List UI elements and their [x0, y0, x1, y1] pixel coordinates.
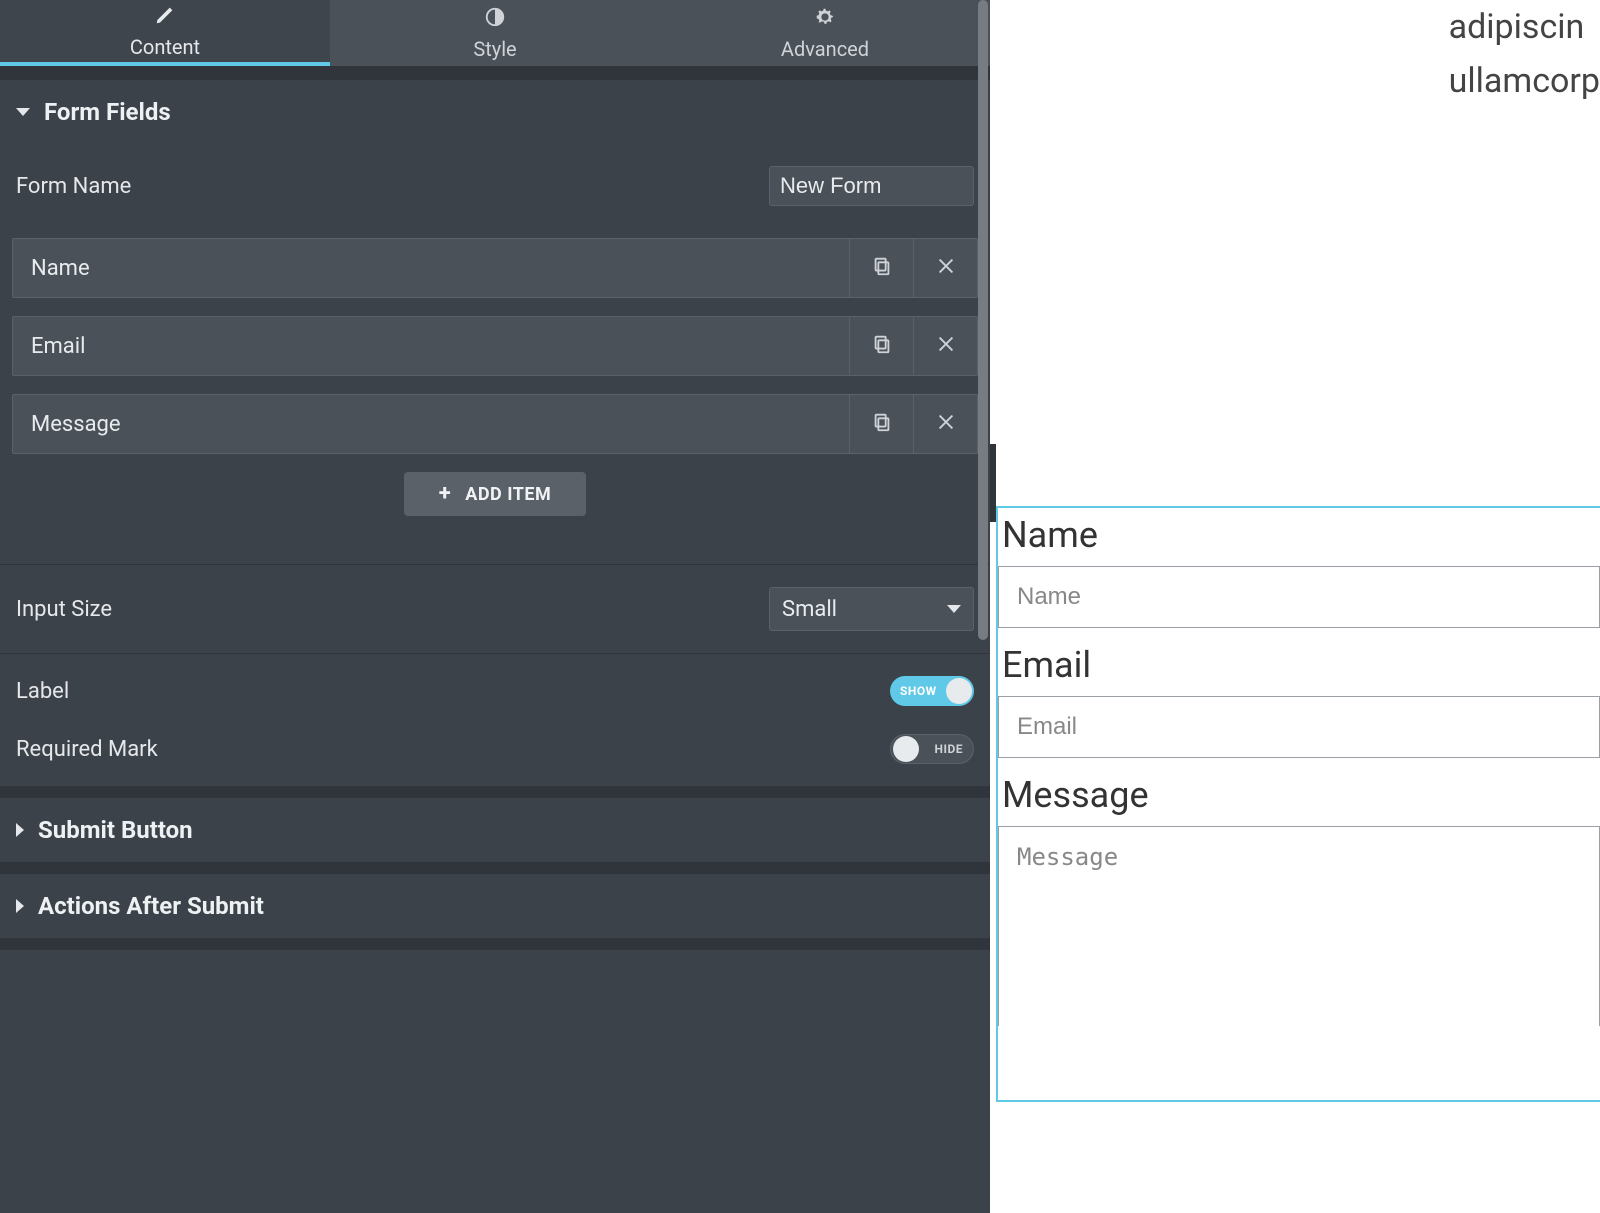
- label-toggle-label: Label: [16, 679, 69, 704]
- preview-label: Email: [1002, 644, 1600, 686]
- preview-pane: adipiscin ullamcorp Name Email Message: [996, 0, 1600, 1213]
- toggle-state: SHOW: [900, 684, 937, 698]
- plus-icon: +: [439, 483, 452, 505]
- tab-style[interactable]: Style: [330, 0, 660, 66]
- duplicate-button[interactable]: [849, 317, 913, 375]
- copy-icon: [871, 255, 893, 281]
- required-mark-toggle[interactable]: HIDE: [890, 734, 974, 764]
- toggle-knob: [893, 736, 919, 762]
- field-item[interactable]: Name: [12, 238, 978, 298]
- divider: [0, 938, 990, 950]
- section-actions-after-submit[interactable]: Actions After Submit: [0, 874, 990, 938]
- tab-style-label: Style: [473, 37, 516, 61]
- label-toggle[interactable]: SHOW: [890, 676, 974, 706]
- preview-label: Name: [1002, 514, 1600, 556]
- copy-icon: [871, 411, 893, 437]
- remove-button[interactable]: [913, 395, 977, 453]
- section-form-fields[interactable]: Form Fields: [0, 80, 990, 144]
- gear-icon: [814, 6, 836, 33]
- copy-icon: [871, 333, 893, 359]
- preview-form[interactable]: Name Email Message: [996, 506, 1600, 1102]
- preview-name-input[interactable]: [998, 566, 1600, 628]
- preview-field-message: Message: [998, 768, 1600, 1040]
- form-name-input[interactable]: [769, 166, 974, 206]
- field-item[interactable]: Email: [12, 316, 978, 376]
- close-icon: [935, 333, 957, 359]
- preview-field-name: Name: [998, 508, 1600, 638]
- required-mark-label: Required Mark: [16, 737, 158, 762]
- field-item-label[interactable]: Email: [13, 317, 849, 375]
- tab-content[interactable]: Content: [0, 0, 330, 66]
- section-title: Submit Button: [38, 816, 193, 844]
- lorem-line: ullamcorp: [1449, 54, 1600, 108]
- section-body: Form Name Name Email: [0, 144, 990, 786]
- divider: [0, 862, 990, 874]
- form-name-label: Form Name: [16, 174, 131, 199]
- toggle-state: HIDE: [934, 742, 963, 756]
- tab-advanced-label: Advanced: [781, 37, 869, 61]
- chevron-right-icon: [16, 823, 24, 837]
- input-size-row: Input Size Small: [12, 565, 978, 653]
- fields-list: Name Email: [12, 228, 978, 564]
- add-item-label: ADD ITEM: [465, 484, 551, 505]
- contrast-icon: [484, 6, 506, 33]
- tab-advanced[interactable]: Advanced: [660, 0, 990, 66]
- preview-text: adipiscin ullamcorp: [1449, 0, 1600, 109]
- toggle-knob: [946, 678, 972, 704]
- chevron-right-icon: [16, 899, 24, 913]
- section-title: Actions After Submit: [38, 892, 264, 920]
- close-icon: [935, 411, 957, 437]
- add-item-button[interactable]: + ADD ITEM: [404, 472, 586, 516]
- divider: [0, 66, 990, 80]
- close-icon: [935, 255, 957, 281]
- section-submit-button[interactable]: Submit Button: [0, 798, 990, 862]
- label-toggle-row: Label SHOW: [12, 654, 978, 728]
- input-size-select[interactable]: Small: [769, 587, 974, 631]
- section-title: Form Fields: [44, 98, 171, 126]
- field-item[interactable]: Message: [12, 394, 978, 454]
- remove-button[interactable]: [913, 317, 977, 375]
- chevron-down-icon: [16, 108, 30, 116]
- lorem-line: adipiscin: [1449, 0, 1600, 54]
- input-size-value: Small: [782, 597, 837, 622]
- preview-message-input[interactable]: [998, 826, 1600, 1026]
- editor-panel: Content Style Advanced Form Fields Form …: [0, 0, 990, 1213]
- divider: [0, 786, 990, 798]
- pencil-icon: [154, 4, 176, 31]
- input-size-label: Input Size: [16, 597, 112, 622]
- scrollbar-thumb[interactable]: [978, 0, 988, 640]
- preview-label: Message: [1002, 774, 1600, 816]
- remove-button[interactable]: [913, 239, 977, 297]
- preview-email-input[interactable]: [998, 696, 1600, 758]
- duplicate-button[interactable]: [849, 239, 913, 297]
- preview-field-email: Email: [998, 638, 1600, 768]
- field-item-label[interactable]: Message: [13, 395, 849, 453]
- required-mark-row: Required Mark HIDE: [12, 728, 978, 786]
- duplicate-button[interactable]: [849, 395, 913, 453]
- panel-tabs: Content Style Advanced: [0, 0, 990, 66]
- field-item-label[interactable]: Name: [13, 239, 849, 297]
- form-name-row: Form Name: [12, 144, 978, 228]
- chevron-down-icon: [947, 605, 961, 613]
- tab-content-label: Content: [130, 35, 200, 59]
